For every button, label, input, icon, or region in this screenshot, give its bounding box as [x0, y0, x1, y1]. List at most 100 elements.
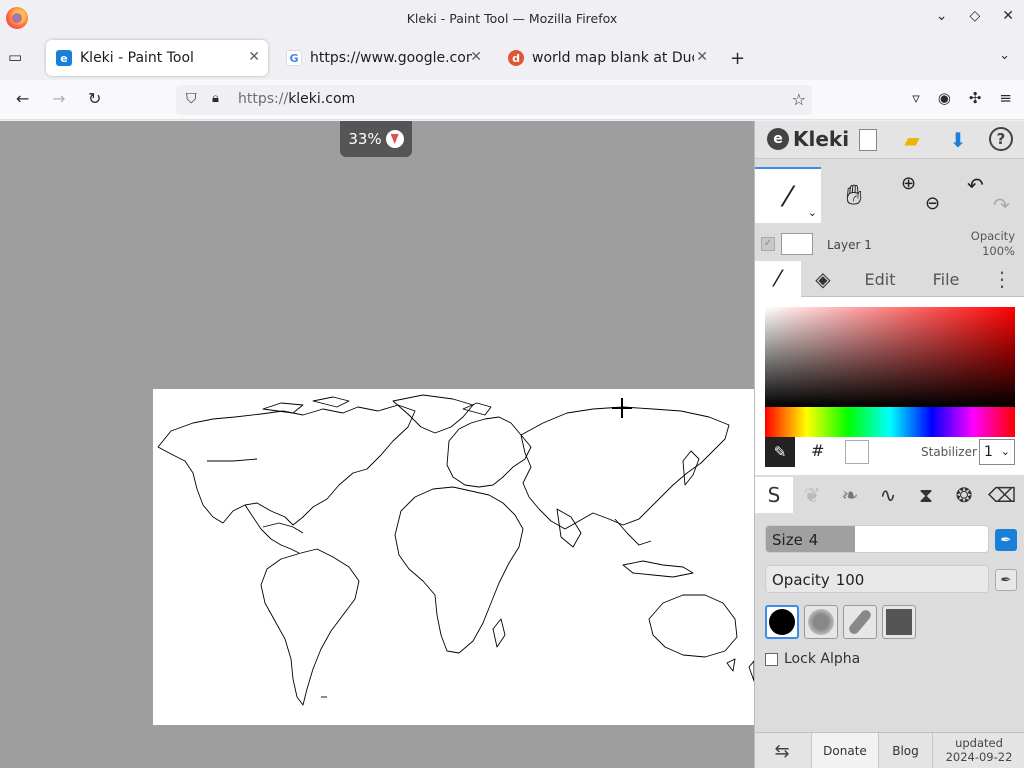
layer-thumbnail[interactable] — [781, 233, 813, 255]
forward-button[interactable]: → — [52, 89, 65, 108]
window-title: Kleki - Paint Tool — Mozilla Firefox — [406, 10, 618, 26]
soft-circle-icon — [808, 609, 834, 635]
close-tab-icon[interactable]: ✕ — [470, 49, 482, 65]
opacity-label: Opacity 100 — [772, 571, 865, 589]
zoom-out-icon[interactable]: ⊖ — [925, 193, 940, 214]
kleki-logo[interactable]: e Kleki — [767, 127, 849, 151]
color-tools: ✎ # Stabilizer 1 ⌄ — [765, 437, 1015, 467]
layer-visibility-checkbox[interactable]: ✓ — [761, 237, 775, 251]
zoom-indicator[interactable]: 33% — [340, 121, 412, 157]
help-icon[interactable]: ? — [989, 127, 1013, 151]
close-window-button[interactable]: ✕ — [1002, 8, 1014, 24]
eraser-button[interactable]: ⌫ — [983, 477, 1021, 513]
brush-tool-button[interactable]: ⁄ ⌄ — [755, 167, 821, 223]
hex-input-icon[interactable]: # — [811, 441, 824, 460]
swap-sides-icon[interactable]: ⇆ — [755, 733, 809, 768]
smudge-brush-icon: ❂ — [955, 483, 973, 507]
drawing-canvas[interactable] — [153, 389, 754, 725]
size-slider[interactable]: Size 4 — [765, 525, 989, 553]
url-text[interactable]: https://kleki.com — [238, 91, 355, 107]
firefox-logo-icon[interactable] — [6, 7, 28, 29]
updated-info: updated 2024-09-22 — [945, 736, 1013, 764]
redo-icon[interactable]: ↷ — [993, 193, 1010, 217]
bookmark-star-icon[interactable]: ☆ — [792, 90, 806, 109]
panel-footer: ⇆ Donate Blog updated 2024-09-22 — [755, 732, 1024, 768]
sketchy-brush-icon: ❧ — [841, 483, 859, 507]
layer-name: Layer 1 — [827, 238, 872, 252]
blog-link[interactable]: Blog — [879, 733, 933, 768]
chevron-down-icon[interactable]: ⌄ — [808, 206, 817, 219]
menu-icon[interactable]: ≡ — [999, 89, 1012, 107]
zoom-in-icon[interactable]: ⊕ — [901, 173, 916, 194]
toolbar-right: ▿ ◉ ✣ ≡ — [912, 89, 1012, 107]
chemy-brush-button[interactable]: ⧗ — [907, 477, 945, 513]
tab-duckduckgo[interactable]: d world map blank at Duck ✕ — [498, 40, 716, 76]
kleki-logo-icon: e — [767, 128, 789, 150]
lock-icon[interactable]: 🔒︎ — [212, 91, 219, 106]
reset-zoom-icon[interactable] — [385, 130, 404, 148]
close-tab-icon[interactable]: ✕ — [696, 49, 708, 65]
new-image-icon[interactable] — [855, 127, 881, 153]
brush-icon: ⁄ — [785, 179, 791, 213]
sketchy-brush-button[interactable]: ❧ — [831, 477, 869, 513]
tab-label: https://www.google.com — [310, 50, 472, 66]
shape-circle-hard[interactable] — [765, 605, 799, 639]
primary-color-swatch[interactable] — [845, 440, 869, 464]
download-icon[interactable]: ⬇ — [945, 127, 971, 153]
tab-brush[interactable]: ⁄ — [755, 261, 801, 297]
eyedropper-icon[interactable]: ✎ — [765, 437, 795, 467]
close-tab-icon[interactable]: ✕ — [248, 49, 260, 65]
tab-kleki[interactable]: e Kleki - Paint Tool ✕ — [46, 40, 268, 76]
tracking-shield-icon[interactable]: ⛉ — [186, 91, 197, 107]
pixel-brush-icon: ∿ — [879, 483, 897, 507]
size-value: 4 — [808, 531, 819, 549]
blend-brush-button[interactable]: ❦ — [793, 477, 831, 513]
canvas-area[interactable]: 33% — [0, 121, 754, 768]
stabilizer-label: Stabilizer — [921, 445, 977, 459]
firefox-view-icon[interactable]: ▭ — [8, 48, 30, 68]
maximize-button[interactable]: ◇ — [969, 8, 980, 24]
tab-layers[interactable]: ◈ — [801, 261, 845, 297]
stabilizer-select[interactable]: 1 ⌄ — [979, 439, 1015, 465]
pen-brush-button[interactable]: S — [755, 477, 793, 513]
more-options-icon[interactable]: ⋮ — [987, 261, 1017, 297]
panel-tabs: ⁄ ◈ Edit File ⋮ — [755, 261, 1024, 297]
reload-button[interactable]: ↻ — [88, 89, 101, 108]
hand-icon: ✋︎ — [846, 178, 862, 211]
layer-preview[interactable]: ✓ Layer 1 Opacity 100% — [755, 229, 1024, 261]
undo-icon[interactable]: ↶ — [967, 173, 984, 197]
square-icon — [886, 609, 912, 635]
opacity-slider[interactable]: Opacity 100 — [765, 565, 989, 593]
tab-edit[interactable]: Edit — [847, 261, 913, 297]
import-image-icon[interactable]: ▰ — [899, 127, 925, 153]
donate-button[interactable]: Donate — [811, 733, 879, 768]
extensions-icon[interactable]: ✣ — [969, 89, 982, 107]
lock-alpha-toggle[interactable]: Lock Alpha — [765, 651, 860, 667]
saturation-value-picker[interactable] — [765, 307, 1015, 407]
kleki-toolspace: e Kleki ▰ ⬇ ? ⁄ ⌄ ✋︎ ⊕ ⊖ ↶ ↷ ✓ Layer 1 O… — [754, 121, 1024, 768]
hue-slider[interactable] — [765, 407, 1015, 437]
lock-alpha-checkbox[interactable] — [765, 652, 778, 666]
shape-circle-soft[interactable] — [804, 605, 838, 639]
blend-brush-icon: ❦ — [803, 483, 821, 507]
minimize-button[interactable]: ⌄ — [936, 8, 948, 24]
pixel-brush-button[interactable]: ∿ — [869, 477, 907, 513]
shape-square[interactable] — [882, 605, 916, 639]
tool-row: ⁄ ⌄ ✋︎ ⊕ ⊖ ↶ ↷ — [755, 167, 1024, 223]
tab-google[interactable]: G https://www.google.com ✕ — [276, 40, 490, 76]
opacity-pressure-toggle-icon[interactable]: ✒ — [995, 569, 1017, 591]
chemy-brush-icon: ⧗ — [918, 483, 934, 507]
list-all-tabs-button[interactable]: ⌄ — [999, 48, 1010, 63]
google-icon: G — [286, 50, 302, 66]
hand-tool-button[interactable]: ✋︎ — [821, 167, 887, 223]
tab-file[interactable]: File — [913, 261, 979, 297]
smudge-brush-button[interactable]: ❂ — [945, 477, 983, 513]
url-bar[interactable]: ⛉ 🔒︎ https://kleki.com ☆ — [176, 85, 812, 115]
new-tab-button[interactable]: + — [730, 48, 745, 69]
shape-chisel[interactable] — [843, 605, 877, 639]
window-controls: ⌄ ◇ ✕ — [936, 8, 1014, 24]
back-button[interactable]: ← — [16, 89, 29, 108]
account-icon[interactable]: ◉ — [938, 89, 951, 107]
pocket-icon[interactable]: ▿ — [912, 89, 920, 107]
size-pressure-toggle-icon[interactable]: ✒ — [995, 529, 1017, 551]
